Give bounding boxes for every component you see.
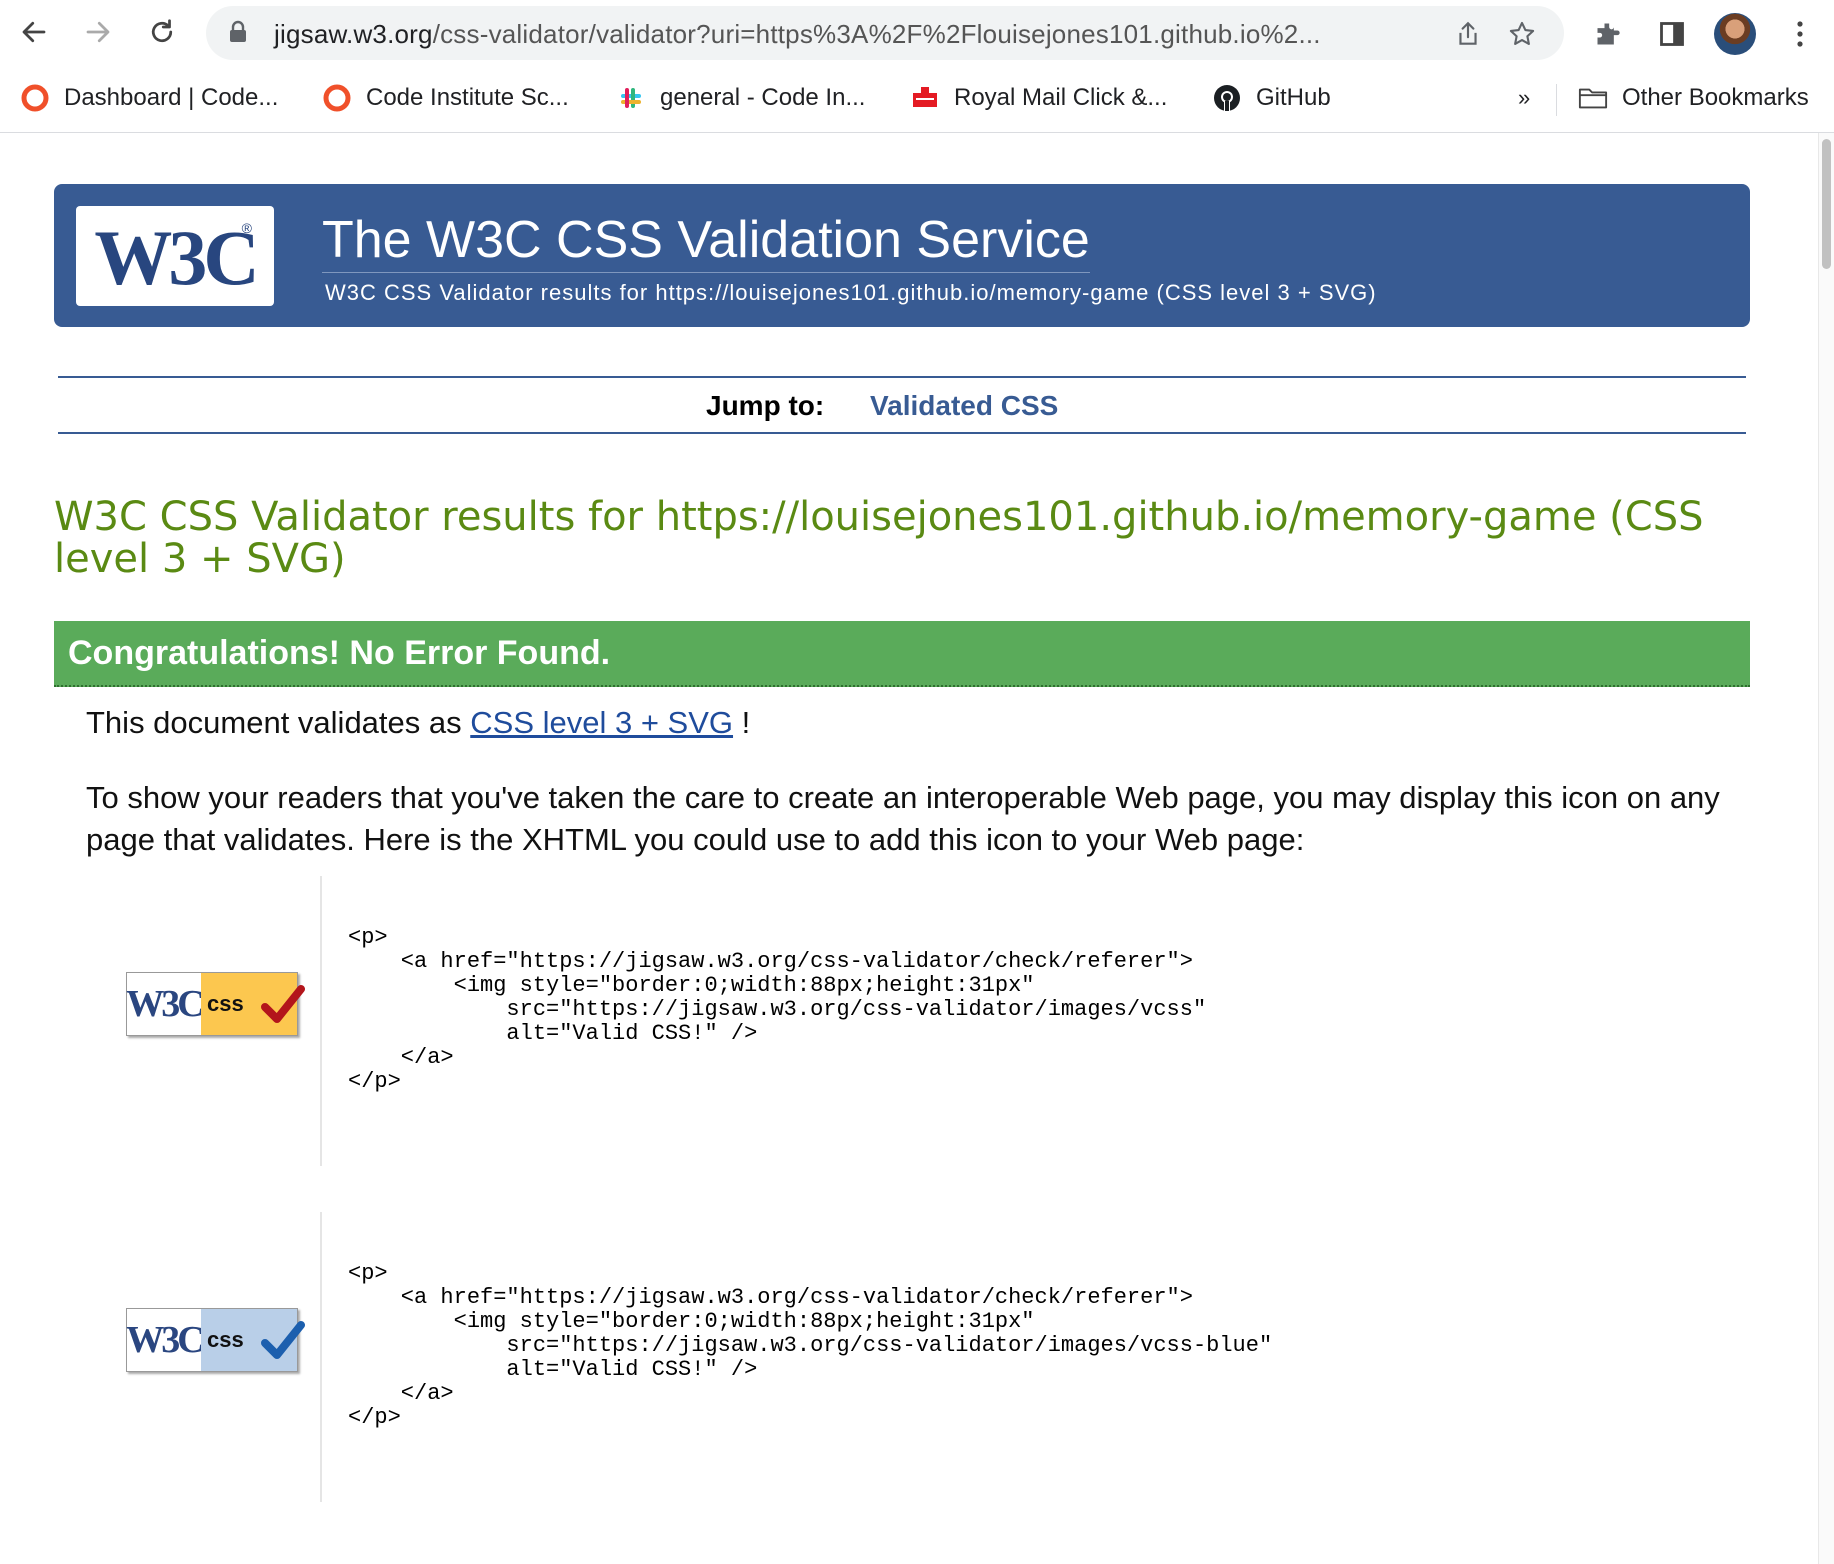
lock-icon — [228, 20, 248, 49]
extensions-icon[interactable] — [1588, 14, 1628, 54]
valid-css-badge-blue[interactable]: W3C css — [126, 1308, 305, 1372]
badge-css-text: css — [207, 1327, 244, 1352]
bookmark-label: general - Code In... — [660, 84, 866, 111]
validates-line: This document validates as CSS level 3 +… — [86, 702, 750, 744]
validates-suffix: ! — [741, 705, 751, 740]
bookmark-label: Royal Mail Click &... — [954, 84, 1168, 111]
bookmarks-overflow-button[interactable]: » — [1518, 80, 1530, 116]
address-bar[interactable]: jigsaw.w3.org/css-validator/validator?ur… — [206, 6, 1564, 60]
back-button[interactable] — [12, 10, 56, 54]
bookmark-label: Code Institute Sc... — [366, 84, 569, 111]
badge-w3c-text: W3C — [126, 983, 204, 1025]
results-heading: W3C CSS Validator results for https://lo… — [54, 494, 1704, 582]
slack-icon — [616, 83, 646, 113]
page-scrollbar[interactable] — [1818, 133, 1834, 1564]
w3c-logo[interactable]: W3C ® — [76, 206, 274, 306]
jump-label: Jump to: — [706, 390, 825, 421]
badge-code-snippet: <p> <a href="https://jigsaw.w3.org/css-v… — [348, 1261, 1273, 1430]
bookmark-code-institute[interactable]: Code Institute Sc... — [322, 80, 569, 116]
css-level-link[interactable]: CSS level 3 + SVG — [470, 705, 733, 740]
valid-css-badge-gold[interactable]: W3C css — [126, 972, 305, 1036]
bookmark-royal-mail[interactable]: Royal Mail Click &... — [910, 80, 1167, 116]
badge-example-gold: W3C css <p> <a href="https://jigsaw.w3.o… — [86, 876, 1736, 1166]
success-banner: Congratulations! No Error Found. — [54, 621, 1750, 687]
bookmarks-divider — [1556, 84, 1557, 116]
icon-instructions: To show your readers that you've taken t… — [86, 780, 1720, 857]
forward-button[interactable] — [76, 10, 120, 54]
code-institute-icon — [322, 83, 352, 113]
scrollbar-thumb[interactable] — [1822, 139, 1831, 269]
badge-code-snippet: <p> <a href="https://jigsaw.w3.org/css-v… — [348, 925, 1207, 1094]
arrow-right-icon — [86, 21, 110, 43]
success-message: Congratulations! No Error Found. — [68, 634, 611, 672]
badge-example-blue: W3C css <p> <a href="https://jigsaw.w3.o… — [86, 1212, 1736, 1502]
star-bookmark-icon[interactable] — [1506, 18, 1538, 50]
banner-subtitle: W3C CSS Validator results for https://lo… — [325, 280, 1377, 305]
badge-css-text: css — [207, 991, 244, 1016]
validates-prefix: This document validates as — [86, 705, 462, 740]
share-icon[interactable] — [1452, 18, 1484, 50]
badge-css-area: css — [201, 1309, 305, 1371]
page-title[interactable]: The W3C CSS Validation Service — [322, 210, 1090, 273]
folder-icon — [1578, 83, 1608, 113]
example-divider — [320, 1212, 322, 1502]
registered-mark-icon: ® — [241, 220, 252, 236]
bookmarks-bar: Dashboard | Code... Code Institute Sc...… — [0, 66, 1834, 133]
bookmark-label: GitHub — [1256, 84, 1331, 111]
bookmark-dashboard[interactable]: Dashboard | Code... — [20, 80, 278, 116]
other-bookmarks[interactable]: Other Bookmarks — [1578, 80, 1809, 116]
example-divider — [320, 876, 322, 1166]
checkmark-icon — [261, 985, 305, 1023]
url-text: jigsaw.w3.org/css-validator/validator?ur… — [274, 19, 1321, 49]
browser-toolbar: jigsaw.w3.org/css-validator/validator?ur… — [0, 0, 1834, 66]
menu-kebab-icon[interactable] — [1780, 14, 1820, 54]
jump-nav: Jump to: Validated CSS — [58, 376, 1746, 434]
w3c-banner: W3C ® The W3C CSS Validation Service W3C… — [54, 184, 1750, 327]
bookmark-label: Dashboard | Code... — [64, 84, 279, 111]
overflow-label: » — [1518, 85, 1531, 110]
code-institute-icon — [20, 83, 50, 113]
other-bookmarks-label: Other Bookmarks — [1622, 84, 1809, 111]
bookmark-github[interactable]: GitHub — [1212, 80, 1331, 116]
w3c-logo-text: W3C — [94, 214, 259, 301]
profile-avatar[interactable] — [1714, 13, 1756, 55]
validated-css-link[interactable]: Validated CSS — [870, 390, 1058, 422]
reload-button[interactable] — [140, 10, 184, 54]
bookmark-slack[interactable]: general - Code In... — [616, 80, 865, 116]
github-icon — [1212, 83, 1242, 113]
reload-icon — [151, 19, 173, 43]
royal-mail-icon — [910, 83, 940, 113]
checkmark-icon — [261, 1321, 305, 1359]
badge-css-area: css — [201, 973, 305, 1035]
arrow-left-icon — [22, 21, 46, 43]
badge-w3c-text: W3C — [126, 1319, 204, 1361]
side-panel-icon[interactable] — [1652, 14, 1692, 54]
